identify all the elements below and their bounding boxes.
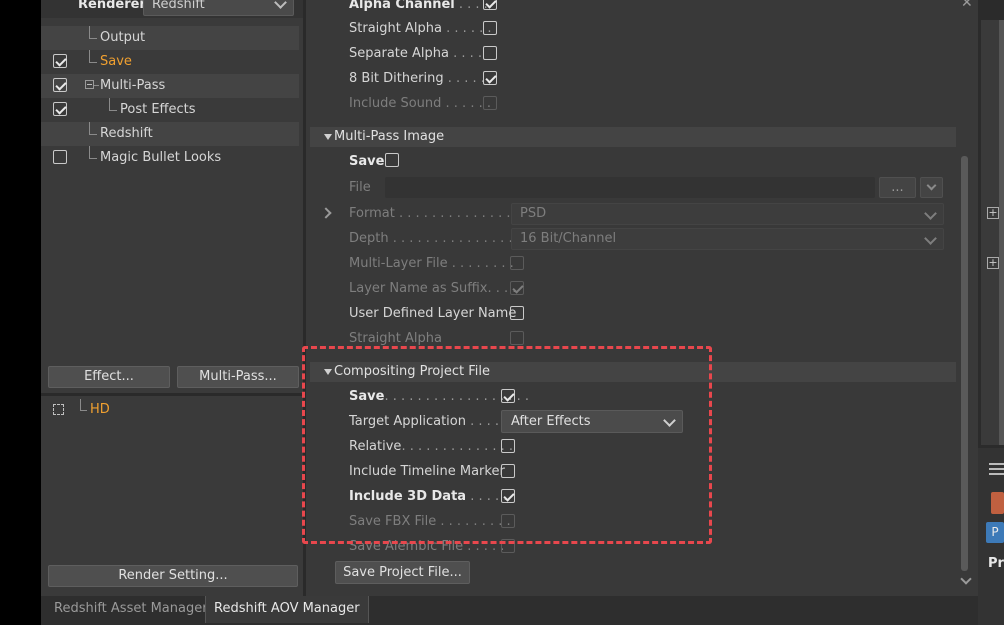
tree-line: [109, 98, 110, 110]
tree-line: [89, 38, 97, 39]
tree-line: [89, 122, 90, 134]
dithering-label: 8 Bit Dithering . . . . . .: [349, 71, 494, 86]
post-effects-checkbox[interactable]: [53, 102, 67, 116]
chevron-down-icon: [924, 232, 937, 245]
mp-file-label: File: [349, 180, 371, 195]
close-icon[interactable]: ✕: [961, 0, 973, 11]
tree-line: [89, 50, 90, 62]
effect-button[interactable]: Effect...: [48, 366, 170, 388]
expand-icon[interactable]: +: [987, 207, 999, 219]
tree-line: [109, 110, 117, 111]
menu-icon[interactable]: [989, 463, 1004, 465]
render-setting-hd[interactable]: HD: [90, 402, 110, 418]
panel-button[interactable]: P: [986, 522, 1004, 543]
render-setting-icon: [53, 404, 64, 415]
scrollbar-thumb[interactable]: [961, 156, 968, 571]
panel-label: Pro: [988, 556, 1004, 571]
mp-file-input[interactable]: [385, 177, 875, 198]
mp-save-label: Save: [349, 154, 385, 169]
mp-format-value: PSD: [520, 206, 547, 221]
renderer-header: Renderer Redshift: [41, 0, 303, 18]
mp-userdefined-label: User Defined Layer Name: [349, 306, 517, 321]
mp-depth-value: 16 Bit/Channel: [520, 231, 617, 246]
save-checkbox[interactable]: [53, 54, 67, 68]
tree-line: [80, 399, 81, 410]
tree-item-label: Multi-Pass: [100, 78, 166, 93]
multipass-image-section[interactable]: Multi-Pass Image: [310, 127, 956, 147]
tree-item-label: Post Effects: [120, 102, 196, 117]
renderer-dropdown[interactable]: Redshift: [143, 0, 294, 16]
tree-item-redshift[interactable]: Redshift: [41, 122, 299, 146]
left-edge: [0, 0, 41, 625]
highlight-box: [302, 346, 712, 544]
chevron-down-icon: [274, 0, 287, 9]
mp-userdefined-checkbox[interactable]: [510, 306, 524, 320]
separate-alpha-label: Separate Alpha . . . .: [349, 46, 483, 61]
tree-item-save[interactable]: Save: [41, 50, 299, 74]
object-icon: [991, 492, 1004, 514]
mp-format-label: Format . . . . . . . . . . . . . . . .: [349, 206, 528, 221]
include-sound-label: Include Sound . . . . . .: [349, 96, 491, 111]
separate-alpha-checkbox[interactable]: [483, 46, 497, 60]
right-panel-strip: + + P Pro: [978, 0, 1004, 625]
dithering-checkbox[interactable]: [483, 71, 497, 85]
triangle-down-icon: [324, 134, 332, 140]
renderer-label: Renderer: [78, 0, 146, 12]
mp-save-checkbox[interactable]: [385, 153, 399, 167]
right-panel-scrollbar: [999, 20, 1004, 445]
tree-line: [89, 62, 97, 63]
include-sound-checkbox[interactable]: [483, 96, 497, 110]
straight-alpha-label: Straight Alpha . . . . . .: [349, 21, 492, 36]
tree-line: [89, 26, 90, 38]
tree-line: [89, 146, 90, 158]
mp-multilayer-label: Multi-Layer File . . . . . . . .: [349, 256, 514, 271]
section-title: Multi-Pass Image: [334, 129, 445, 144]
save-project-file-button[interactable]: Save Project File...: [335, 561, 470, 584]
tree-line: [89, 134, 97, 135]
expand-icon[interactable]: +: [987, 257, 999, 269]
tree-item-post-effects[interactable]: Post Effects: [41, 98, 299, 122]
multipass-checkbox[interactable]: [53, 78, 67, 92]
mp-straight-alpha-label: Straight Alpha: [349, 331, 442, 346]
straight-alpha-checkbox[interactable]: [483, 21, 497, 35]
tree-line: [94, 85, 99, 86]
tree-line: [89, 158, 97, 159]
tree-item-magic-bullet-looks[interactable]: Magic Bullet Looks: [41, 146, 299, 170]
chevron-down-icon: [926, 180, 937, 191]
chevron-down-icon: [924, 207, 937, 220]
mp-straight-alpha-checkbox[interactable]: [510, 331, 524, 345]
renderer-value: Redshift: [152, 0, 205, 12]
tab-asset-manager[interactable]: Redshift Asset Manager: [46, 596, 216, 623]
tree-item-label: Magic Bullet Looks: [100, 150, 222, 165]
mp-file-dropdown[interactable]: [920, 177, 943, 198]
render-setting-button[interactable]: Render Setting...: [48, 565, 298, 587]
mp-file-browse-button[interactable]: ...: [879, 177, 916, 198]
tree-line: [80, 410, 87, 411]
tree-item-label: Save: [100, 54, 132, 69]
mp-layername-checkbox[interactable]: [510, 281, 524, 295]
tree-item-output[interactable]: Output: [41, 26, 299, 50]
collapse-icon[interactable]: [85, 80, 94, 89]
mp-layername-label: Layer Name as Suffix. . . .: [349, 281, 517, 296]
tree-item-label: Redshift: [100, 126, 153, 141]
tree-item-label: Output: [100, 30, 146, 45]
mp-depth-dropdown[interactable]: 16 Bit/Channel: [511, 228, 944, 250]
alpha-channel-checkbox[interactable]: [483, 0, 497, 10]
mp-multilayer-checkbox[interactable]: [510, 256, 524, 270]
multipass-button[interactable]: Multi-Pass...: [177, 366, 299, 388]
panel-divider: [41, 393, 303, 396]
tree-item-multipass[interactable]: Multi-Pass: [41, 74, 299, 98]
magic-bullet-checkbox[interactable]: [53, 150, 67, 164]
tab-aov-manager[interactable]: Redshift AOV Manager: [205, 596, 369, 623]
alpha-channel-label: Alpha Channel . . . .: [349, 0, 488, 12]
mp-format-dropdown[interactable]: PSD: [511, 203, 944, 225]
mp-depth-label: Depth . . . . . . . . . . . . . . . . .: [349, 231, 530, 246]
